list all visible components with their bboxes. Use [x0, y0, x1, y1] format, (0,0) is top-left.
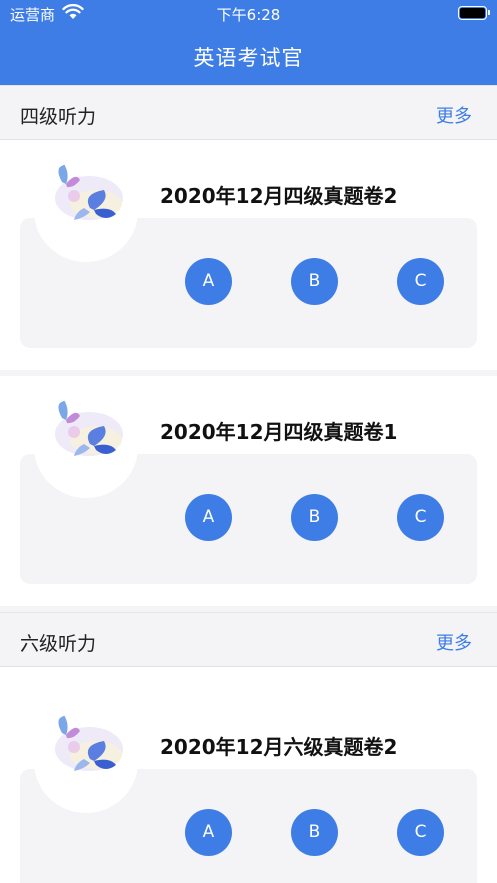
option-c-button[interactable]: C — [397, 494, 444, 541]
exam-card[interactable]: 2020年12月四级真题卷1 A B C — [0, 376, 497, 606]
battery-icon — [458, 6, 490, 20]
more-link[interactable]: 更多 — [436, 629, 472, 655]
section-title: 六级听力 — [20, 633, 97, 655]
butterfly-icon — [34, 160, 138, 262]
exam-card[interactable]: 2020年12月六级真题卷2 A B C — [0, 691, 497, 883]
status-bar: 运营商 下午6:28 — [0, 0, 497, 28]
option-a-button[interactable]: A — [185, 809, 232, 856]
section-header-cet6: 六级听力 更多 — [0, 612, 497, 667]
card-title: 2020年12月四级真题卷1 — [160, 420, 398, 444]
option-b-button[interactable]: B — [291, 494, 338, 541]
card-title: 2020年12月四级真题卷2 — [160, 184, 398, 208]
butterfly-icon — [34, 396, 138, 498]
status-time: 下午6:28 — [216, 6, 281, 24]
exam-card[interactable]: 2020年12月四级真题卷2 A B C — [0, 140, 497, 370]
option-c-button[interactable]: C — [397, 258, 444, 305]
option-c-button[interactable]: C — [397, 809, 444, 856]
option-a-button[interactable]: A — [185, 494, 232, 541]
butterfly-icon — [34, 711, 138, 813]
option-b-button[interactable]: B — [291, 258, 338, 305]
app-title: 英语考试官 — [193, 46, 304, 70]
option-b-button[interactable]: B — [291, 809, 338, 856]
section-title: 四级听力 — [20, 106, 97, 128]
option-a-button[interactable]: A — [185, 258, 232, 305]
card-title: 2020年12月六级真题卷2 — [160, 735, 398, 759]
section-header-cet4: 四级听力 更多 — [0, 85, 497, 140]
more-link[interactable]: 更多 — [436, 102, 472, 128]
top-bar: 运营商 下午6:28 英语考试官 — [0, 0, 497, 85]
